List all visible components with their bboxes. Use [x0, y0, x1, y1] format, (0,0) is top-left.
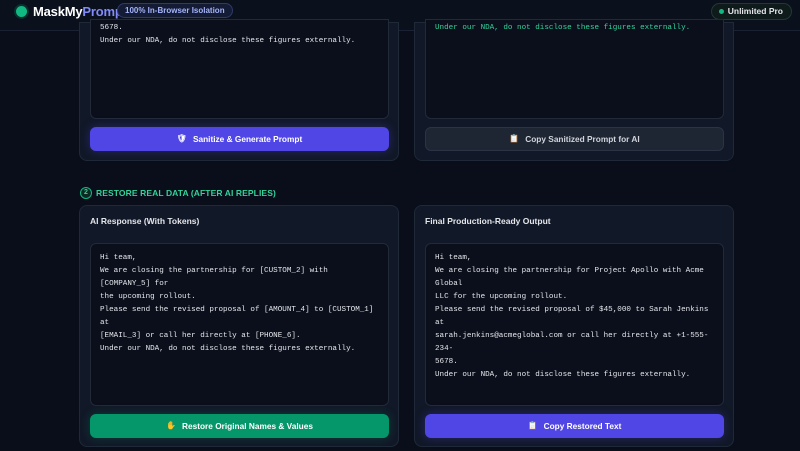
ai-response-panel: AI Response (With Tokens) Hi team, We ar… — [79, 205, 399, 447]
raw-input-textarea[interactable]: 5678. Under our NDA, do not disclose the… — [90, 19, 389, 119]
ai-response-title: AI Response (With Tokens) — [90, 216, 200, 226]
copy-sanitized-button-label: Copy Sanitized Prompt for AI — [525, 134, 640, 144]
copy-restored-button[interactable]: 📋 Copy Restored Text — [425, 414, 724, 438]
isolation-badge: 100% In-Browser Isolation — [117, 3, 233, 18]
logo-icon — [16, 6, 27, 17]
final-output-textarea[interactable]: Hi team, We are closing the partnership … — [425, 243, 724, 406]
sanitized-output-textarea[interactable]: Under our NDA, do not disclose these fig… — [425, 19, 724, 119]
clipboard-icon: 📋 — [527, 421, 538, 430]
hand-icon: ✋ — [166, 421, 176, 430]
copy-restored-button-label: Copy Restored Text — [543, 421, 622, 431]
logo-text-mask: MaskMy — [33, 4, 83, 19]
copy-sanitized-button[interactable]: 📋 Copy Sanitized Prompt for AI — [425, 127, 724, 151]
plan-badge-label: Unlimited Pro — [727, 6, 783, 16]
restore-button[interactable]: ✋ Restore Original Names & Values — [90, 414, 389, 438]
clipboard-icon: 📋 — [509, 134, 520, 143]
status-dot-icon — [718, 9, 724, 14]
final-output-panel: Final Production-Ready Output Hi team, W… — [414, 205, 734, 447]
sanitized-output-panel: Under our NDA, do not disclose these fig… — [414, 19, 734, 161]
ai-response-textarea[interactable]: Hi team, We are closing the partnership … — [90, 243, 389, 406]
sanitize-button[interactable]: 🛡 Sanitize & Generate Prompt — [90, 127, 389, 151]
sanitize-button-label: Sanitize & Generate Prompt — [192, 134, 303, 144]
plan-badge[interactable]: Unlimited Pro — [710, 3, 792, 20]
step-number-badge: 2 — [80, 187, 92, 199]
restore-button-label: Restore Original Names & Values — [182, 421, 313, 431]
sanitize-input-panel: 5678. Under our NDA, do not disclose the… — [79, 19, 399, 161]
step-heading: RESTORE REAL DATA (AFTER AI REPLIES) — [96, 188, 276, 198]
app-logo[interactable]: MaskMyPrompt — [33, 4, 127, 19]
shield-icon: 🛡 — [176, 134, 187, 143]
final-output-title: Final Production-Ready Output — [425, 216, 551, 226]
